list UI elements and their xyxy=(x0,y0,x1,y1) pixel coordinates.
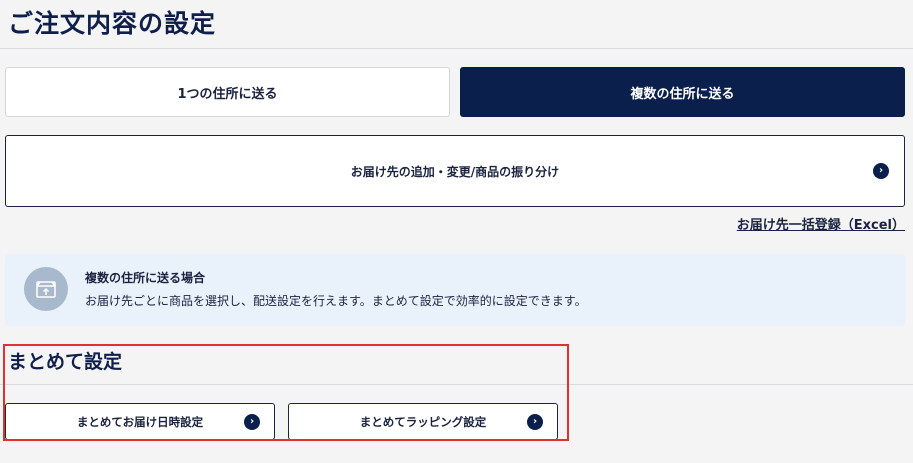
divider xyxy=(0,384,913,385)
chevron-right-icon: › xyxy=(527,414,543,430)
package-icon xyxy=(24,267,68,311)
info-description: お届け先ごとに商品を選択し、配送設定を行えます。まとめて設定で効率的に設定できま… xyxy=(85,294,587,308)
order-settings-page: ご注文内容の設定 1つの住所に送る 複数の住所に送る お届け先の追加・変更/商品… xyxy=(0,0,913,463)
page-title: ご注文内容の設定 xyxy=(8,9,217,38)
tab-label: 1つの住所に送る xyxy=(177,86,278,102)
bulk-settings-title: まとめて設定 xyxy=(8,351,123,373)
excel-bulk-register-link[interactable]: お届け先一括登録（Excel） xyxy=(737,214,905,233)
button-label: まとめてラッピング設定 xyxy=(359,414,487,429)
info-panel: 複数の住所に送る場合 お届け先ごとに商品を選択し、配送設定を行えます。まとめて設… xyxy=(5,254,905,326)
add-change-destination-button[interactable]: お届け先の追加・変更/商品の振り分け › xyxy=(5,135,905,207)
tab-multiple-addresses[interactable]: 複数の住所に送る xyxy=(460,67,905,117)
button-label: まとめてお届け日時設定 xyxy=(76,414,204,429)
chevron-right-icon: › xyxy=(244,414,260,430)
bulk-delivery-datetime-button[interactable]: まとめてお届け日時設定 › xyxy=(5,403,275,440)
chevron-right-icon: › xyxy=(873,163,889,179)
info-title: 複数の住所に送る場合 xyxy=(85,271,206,285)
bulk-wrapping-button[interactable]: まとめてラッピング設定 › xyxy=(288,403,558,440)
tab-label: 複数の住所に送る xyxy=(630,86,735,102)
divider xyxy=(0,48,913,49)
assign-box-label: お届け先の追加・変更/商品の振り分け xyxy=(350,164,560,179)
tab-single-address[interactable]: 1つの住所に送る xyxy=(5,67,450,117)
